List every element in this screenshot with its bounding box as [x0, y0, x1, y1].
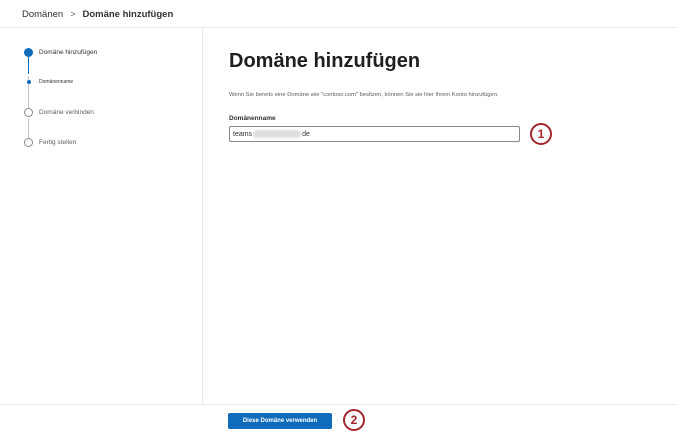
breadcrumb-current: Domäne hinzufügen — [82, 8, 174, 20]
callout-marker-1: 1 — [530, 123, 552, 145]
step-current-icon — [24, 48, 33, 57]
footer-divider — [0, 404, 678, 405]
domain-name-input[interactable]: teams de — [229, 126, 520, 142]
breadcrumb: Domänen > Domäne hinzufügen — [22, 7, 173, 21]
redacted-text — [253, 130, 302, 138]
substep-dot-icon — [26, 80, 31, 84]
input-value-prefix: teams — [233, 130, 253, 138]
wizard-sidebar: Domäne hinzufügen Domänenname Domäne ver… — [0, 28, 203, 404]
step-label-domain-name: Domänenname — [39, 79, 74, 85]
breadcrumb-domains-link[interactable]: Domänen — [22, 9, 63, 20]
wizard-stepper: Domäne hinzufügen Domänenname Domäne ver… — [24, 48, 194, 158]
description-text: Wenn Sie bereits eine Domäne wie "contos… — [229, 92, 499, 98]
step-connector-active — [28, 57, 29, 74]
input-value-suffix: de — [302, 130, 310, 138]
step-label-add-domain: Domäne hinzufügen — [39, 49, 98, 56]
domain-name-label: Domänenname — [229, 115, 276, 122]
use-this-domain-button[interactable]: Diese Domäne verwenden — [228, 413, 332, 429]
step-label-finish: Fertig stellen — [39, 139, 77, 146]
page-title: Domäne hinzufügen — [229, 50, 421, 72]
step-connector — [28, 118, 29, 138]
chevron-right-icon: > — [70, 9, 76, 19]
callout-marker-2: 2 — [343, 409, 365, 431]
step-label-connect-domain: Domäne verbinden — [39, 109, 94, 116]
step-pending-icon — [24, 108, 33, 117]
step-pending-icon — [24, 138, 33, 147]
